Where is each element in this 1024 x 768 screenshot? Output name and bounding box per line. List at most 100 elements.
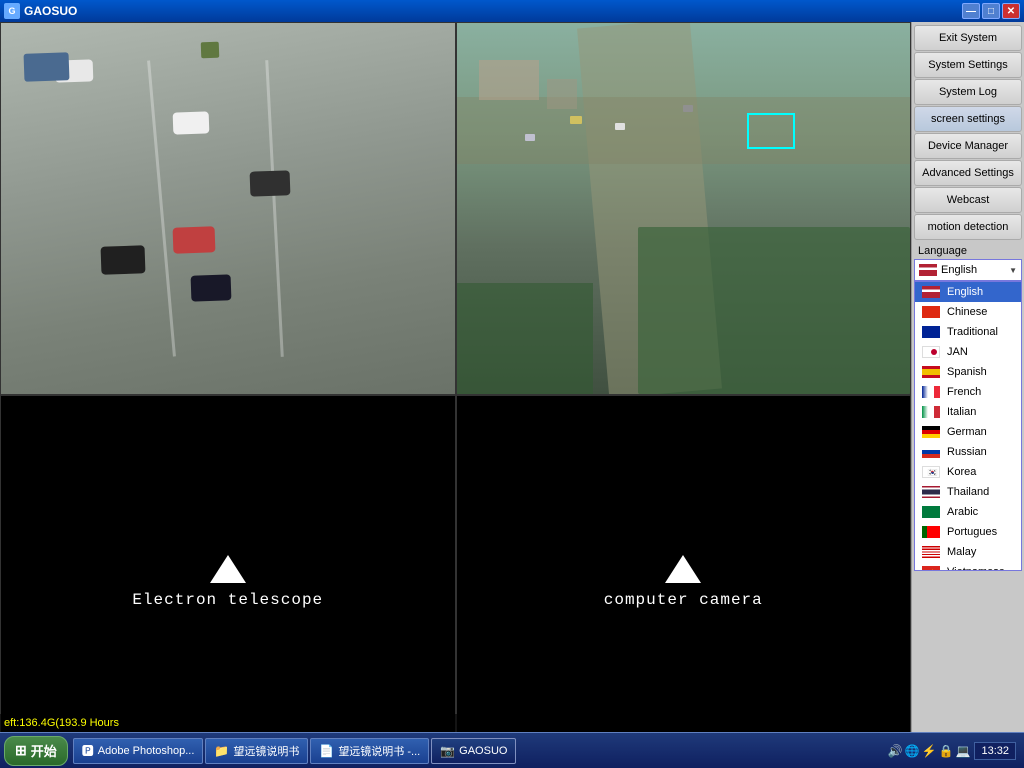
photoshop-icon: 🅿 <box>82 742 94 759</box>
taskbar: ⊞ 开始 🅿 Adobe Photoshop... 📁 望远镜说明书 📄 望远镜… <box>0 732 1024 768</box>
app-icon: G <box>4 3 20 19</box>
main-area: Electron telescope computer camera Exit … <box>0 22 1024 768</box>
flag-zh <box>922 306 940 318</box>
flag-pt <box>922 526 940 538</box>
lang-label-korea: Korea <box>947 466 976 478</box>
system-log-button[interactable]: System Log <box>914 79 1022 105</box>
flag-vn: ★ <box>922 566 940 571</box>
lang-item-english[interactable]: English <box>915 282 1021 302</box>
status-text: eft:136.4G(193.9 Hours <box>4 717 119 729</box>
tray-icon-5[interactable]: 💻 <box>956 744 971 758</box>
taskbar-photoshop[interactable]: 🅿 Adobe Photoshop... <box>73 738 204 764</box>
lang-label-arabic: Arabic <box>947 506 978 518</box>
camera-area: Electron telescope computer camera <box>0 22 911 768</box>
taskbar-gaosuo[interactable]: 📷 GAOSUO <box>431 738 516 764</box>
tray-icon-4[interactable]: 🔒 <box>939 744 954 758</box>
taskbar-right: 🔊 🌐 ⚡ 🔒 💻 13:32 <box>888 742 1024 760</box>
app-title: GAOSUO <box>24 4 77 18</box>
flag-en <box>922 286 940 298</box>
device-manager-button[interactable]: Device Manager <box>914 133 1022 159</box>
motion-detection-button[interactable]: motion detection <box>914 214 1022 240</box>
lang-item-malay[interactable]: Malay <box>915 542 1021 562</box>
system-tray: 🔊 🌐 ⚡ 🔒 💻 <box>888 744 971 758</box>
status-bar: eft:136.4G(193.9 Hours <box>0 714 896 732</box>
flag-tw <box>922 326 940 338</box>
dropdown-arrow-icon: ▼ <box>1009 266 1017 275</box>
computer-arrow <box>665 555 701 583</box>
taskbar-manual1-label: 望远镜说明书 <box>233 743 299 759</box>
selected-language: English <box>941 264 977 276</box>
flag-jp <box>922 346 940 358</box>
taskbar-photoshop-label: Adobe Photoshop... <box>98 745 195 757</box>
tray-icon-3[interactable]: ⚡ <box>922 744 937 758</box>
flag-de <box>922 426 940 438</box>
camera-bottom-right: computer camera <box>456 395 912 768</box>
window-controls: — □ ✕ <box>962 3 1020 19</box>
folder-icon: 📁 <box>214 744 229 758</box>
camera-top-left <box>0 22 456 395</box>
electron-arrow <box>210 555 246 583</box>
flag-es <box>922 366 940 378</box>
clock: 13:32 <box>974 742 1016 760</box>
flag-th <box>922 486 940 498</box>
lang-label-chinese: Chinese <box>947 306 987 318</box>
lang-label-malay: Malay <box>947 546 976 558</box>
flag-my <box>922 546 940 558</box>
flag-kr: 🇰🇷 <box>922 466 940 478</box>
lang-item-chinese[interactable]: Chinese <box>915 302 1021 322</box>
start-button[interactable]: ⊞ 开始 <box>4 736 68 766</box>
lang-label-russian: Russian <box>947 446 987 458</box>
start-label: 开始 <box>31 741 57 760</box>
screen-settings-button[interactable]: screen settings <box>914 106 1022 132</box>
language-dropdown[interactable]: English ▼ <box>914 259 1022 281</box>
electron-label: Electron telescope <box>132 591 323 609</box>
flag-ru <box>922 446 940 458</box>
close-button[interactable]: ✕ <box>1002 3 1020 19</box>
titlebar: G GAOSUO — □ ✕ <box>0 0 1024 22</box>
lang-item-vietnamese[interactable]: ★ Vietnamese <box>915 562 1021 571</box>
exit-system-button[interactable]: Exit System <box>914 25 1022 51</box>
advanced-settings-button[interactable]: Advanced Settings <box>914 160 1022 186</box>
lang-item-arabic[interactable]: Arabic <box>915 502 1021 522</box>
flag-it <box>922 406 940 418</box>
lang-label-italian: Italian <box>947 406 976 418</box>
lang-item-german[interactable]: German <box>915 422 1021 442</box>
taskbar-manual2[interactable]: 📄 望远镜说明书 -... <box>310 738 429 764</box>
lang-item-russian[interactable]: Russian <box>915 442 1021 462</box>
lang-item-italian[interactable]: Italian <box>915 402 1021 422</box>
lang-label-portuguese: Portugues <box>947 526 997 538</box>
document-icon: 📄 <box>319 744 334 758</box>
lang-item-spanish[interactable]: Spanish <box>915 362 1021 382</box>
right-panel: Exit System System Settings System Log s… <box>911 22 1024 768</box>
system-settings-button[interactable]: System Settings <box>914 52 1022 78</box>
computer-label: computer camera <box>604 591 763 609</box>
minimize-button[interactable]: — <box>962 3 980 19</box>
taskbar-gaosuo-label: GAOSUO <box>459 745 507 757</box>
lang-item-korea[interactable]: 🇰🇷 Korea <box>915 462 1021 482</box>
lang-item-jan[interactable]: JAN <box>915 342 1021 362</box>
language-label: Language <box>914 243 1022 259</box>
selected-flag <box>919 264 937 276</box>
tray-icon-1[interactable]: 🔊 <box>888 744 903 758</box>
lang-item-portuguese[interactable]: Portugues <box>915 522 1021 542</box>
lang-item-french[interactable]: French <box>915 382 1021 402</box>
language-list[interactable]: English Chinese Traditional JAN <box>914 281 1022 571</box>
lang-label-jan: JAN <box>947 346 968 358</box>
language-section: Language English ▼ English Chinese <box>912 241 1024 768</box>
detection-box <box>747 113 795 149</box>
lang-label-german: German <box>947 426 987 438</box>
tray-icon-2[interactable]: 🌐 <box>905 744 920 758</box>
lang-item-traditional[interactable]: Traditional <box>915 322 1021 342</box>
taskbar-manual1[interactable]: 📁 望远镜说明书 <box>205 738 308 764</box>
maximize-button[interactable]: □ <box>982 3 1000 19</box>
lang-label-french: French <box>947 386 981 398</box>
flag-fr <box>922 386 940 398</box>
webcast-button[interactable]: Webcast <box>914 187 1022 213</box>
lang-label-english: English <box>947 286 983 298</box>
taskbar-manual2-label: 望远镜说明书 -... <box>338 743 420 759</box>
lang-item-thailand[interactable]: Thailand <box>915 482 1021 502</box>
menu-buttons: Exit System System Settings System Log s… <box>912 22 1024 241</box>
lang-label-thailand: Thailand <box>947 486 989 498</box>
lang-label-spanish: Spanish <box>947 366 987 378</box>
camera-icon: 📷 <box>440 744 455 758</box>
